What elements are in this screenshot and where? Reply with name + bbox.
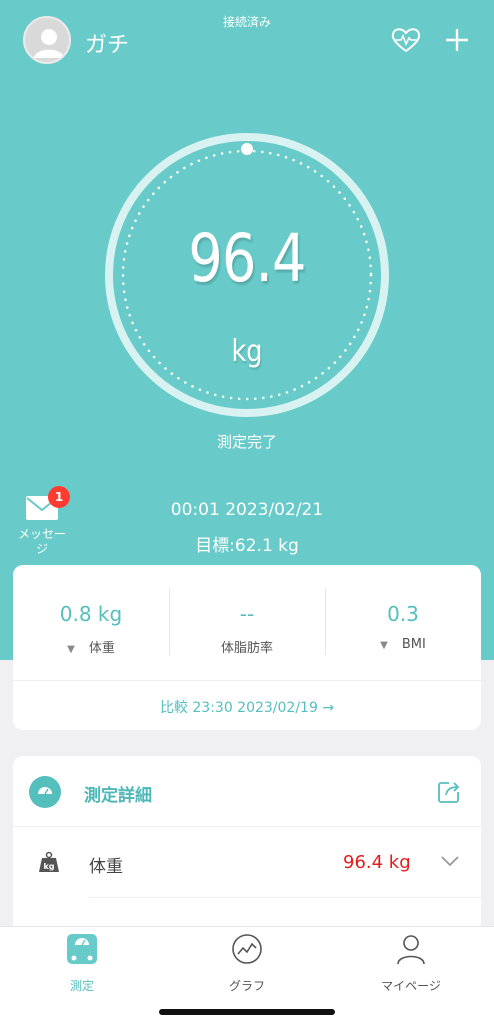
stats-card: 0.8 kg ▼ 体重 -- 体脂肪率 0.3 ▼ BMI 比較 23:30 202… bbox=[13, 565, 481, 730]
weight-row-label: 体重 bbox=[89, 857, 123, 877]
chart-icon bbox=[232, 934, 262, 964]
stat-label: ▼ BMI bbox=[325, 637, 481, 652]
divider bbox=[13, 680, 481, 681]
compare-link[interactable]: 比較 23:30 2023/02/19 → bbox=[13, 697, 481, 717]
tab-graph[interactable]: グラフ bbox=[165, 927, 329, 1002]
divider bbox=[13, 826, 481, 827]
tab-label: マイページ bbox=[381, 979, 441, 993]
avatar[interactable] bbox=[23, 16, 71, 64]
chevron-down-icon[interactable] bbox=[440, 854, 460, 868]
stat-label: ▼ 体重 bbox=[13, 637, 169, 656]
divider bbox=[89, 897, 481, 898]
username[interactable]: ガチ bbox=[85, 27, 129, 59]
heart-pulse-icon[interactable] bbox=[391, 27, 421, 53]
tab-label: 測定 bbox=[69, 979, 94, 993]
tab-label: グラフ bbox=[228, 979, 265, 993]
tab-measure[interactable]: 測定 bbox=[0, 927, 164, 1002]
plus-icon[interactable] bbox=[444, 27, 470, 53]
stat-label-text: 体重 bbox=[88, 641, 115, 656]
down-triangle-icon: ▼ bbox=[67, 644, 75, 655]
kg-weight-icon: kg bbox=[39, 851, 59, 872]
stat-value: 0.3 bbox=[387, 602, 419, 626]
measurement-status: 測定完了 bbox=[216, 433, 277, 451]
measurement-time: 00:01 2023/02/21 bbox=[170, 500, 324, 520]
weight-unit: kg bbox=[231, 334, 263, 369]
stat-value: -- bbox=[239, 602, 255, 626]
weight-row-value: 96.4 kg bbox=[343, 852, 411, 873]
stat-weight-change[interactable]: 0.8 kg ▼ 体重 bbox=[13, 565, 169, 680]
scale-icon bbox=[67, 934, 97, 964]
svg-text:kg: kg bbox=[43, 862, 54, 871]
share-icon[interactable] bbox=[437, 780, 461, 804]
home-indicator bbox=[159, 1009, 335, 1015]
detail-title: 測定詳細 bbox=[84, 786, 152, 806]
stat-bodyfat-change[interactable]: -- 体脂肪率 bbox=[169, 565, 325, 680]
down-triangle-icon: ▼ bbox=[380, 640, 388, 651]
stat-label-text: BMI bbox=[401, 637, 426, 652]
stat-bmi-change[interactable]: 0.3 ▼ BMI bbox=[325, 565, 481, 680]
scale-gauge-icon bbox=[29, 776, 61, 808]
stat-label-text: 体脂肪率 bbox=[220, 641, 273, 656]
goal-weight: 目標:62.1 kg bbox=[195, 536, 299, 556]
weight-value: 96.4 bbox=[188, 220, 306, 297]
tab-mypage[interactable]: マイページ bbox=[329, 927, 493, 1002]
stat-value: 0.8 kg bbox=[59, 602, 123, 626]
person-icon bbox=[397, 935, 425, 965]
